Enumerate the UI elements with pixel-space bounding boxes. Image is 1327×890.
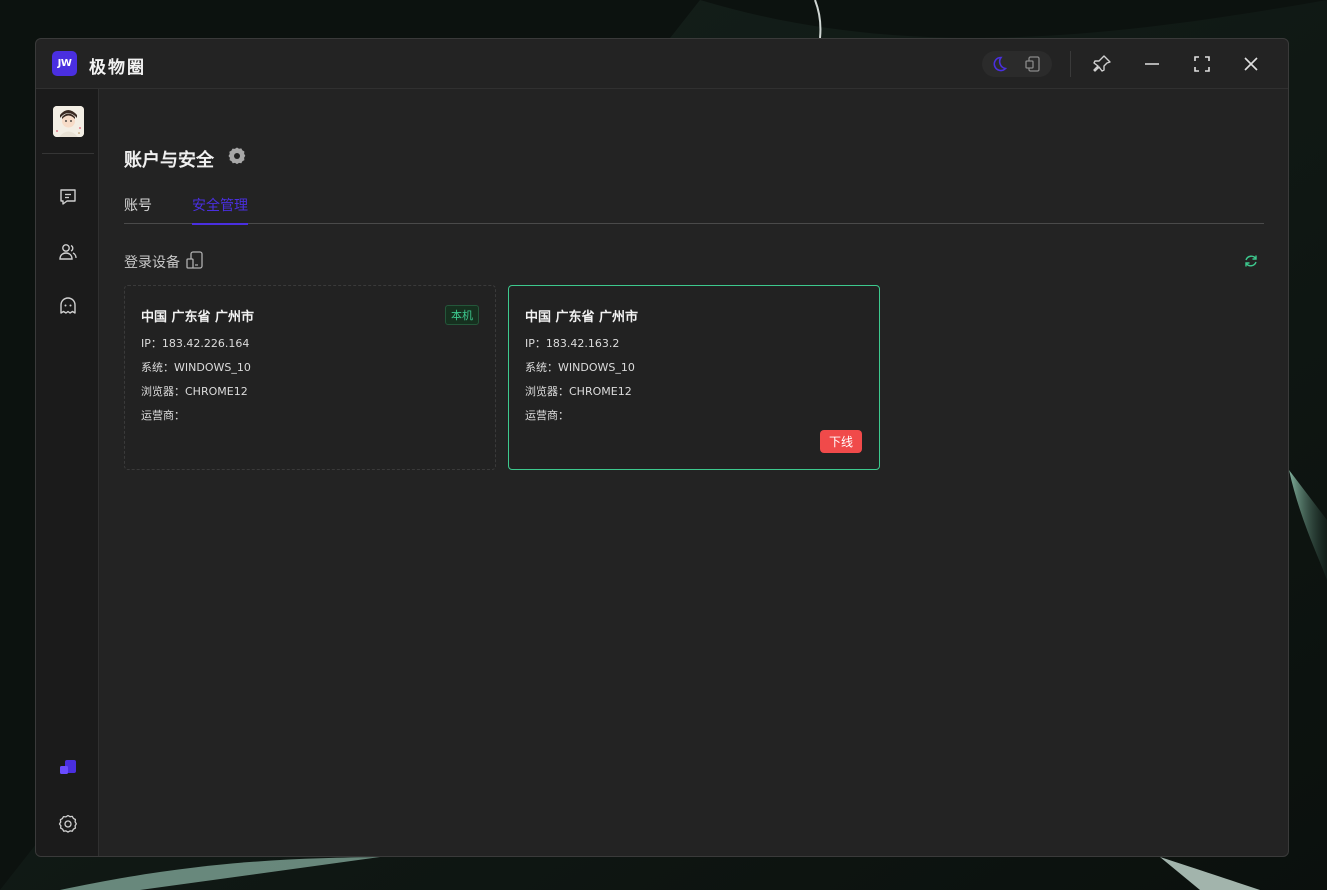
device-browser: 浏览器：CHROME12 <box>141 385 248 398</box>
pin-icon[interactable] <box>1090 52 1114 76</box>
force-offline-button[interactable]: 下线 <box>820 430 862 453</box>
ghost-icon[interactable] <box>56 294 80 318</box>
layers-icon[interactable] <box>56 756 80 780</box>
sidebar <box>36 89 99 856</box>
avatar[interactable] <box>53 106 84 137</box>
device-ip: IP：183.42.226.164 <box>141 337 250 350</box>
tab-account[interactable]: 账号 <box>124 195 152 223</box>
close-icon[interactable] <box>1239 52 1263 76</box>
device-location: 中国 广东省 广州市 <box>525 310 639 325</box>
device-carrier: 运营商： <box>525 409 569 422</box>
moon-icon[interactable] <box>990 55 1008 73</box>
settings-icon[interactable] <box>56 812 80 836</box>
device-switch-icon[interactable] <box>1024 55 1042 73</box>
app-window: JW 极物圈 账户与安全 账号 安全管理 登录设备 中国 广东省 广州市 本机 … <box>35 38 1289 857</box>
app-title: 极物圈 <box>89 58 146 78</box>
sidebar-divider <box>42 153 94 154</box>
devices-icon <box>185 250 205 270</box>
device-carrier: 运营商： <box>141 409 185 422</box>
tab-bar: 账号 安全管理 <box>124 195 1264 225</box>
device-system: 系统：WINDOWS_10 <box>141 361 251 374</box>
section-label-login-devices: 登录设备 <box>124 255 180 271</box>
minimize-icon[interactable] <box>1140 52 1164 76</box>
refresh-icon[interactable] <box>1243 253 1259 269</box>
current-device-badge: 本机 <box>445 305 479 325</box>
titlebar-divider <box>1070 51 1071 77</box>
maximize-icon[interactable] <box>1190 52 1214 76</box>
app-logo: JW <box>52 51 77 76</box>
device-browser: 浏览器：CHROME12 <box>525 385 632 398</box>
device-system: 系统：WINDOWS_10 <box>525 361 635 374</box>
page-title: 账户与安全 <box>124 150 214 171</box>
tab-security-management[interactable]: 安全管理 <box>192 195 248 225</box>
device-card-other: 中国 广东省 广州市 IP：183.42.163.2 系统：WINDOWS_10… <box>508 285 880 470</box>
device-ip: IP：183.42.163.2 <box>525 337 620 350</box>
device-location: 中国 广东省 广州市 <box>141 310 255 325</box>
device-card-current: 中国 广东省 广州市 本机 IP：183.42.226.164 系统：WINDO… <box>124 285 496 470</box>
contacts-icon[interactable] <box>56 240 80 264</box>
gear-icon <box>227 146 247 166</box>
theme-toggle[interactable] <box>982 51 1052 77</box>
chat-icon[interactable] <box>56 185 80 209</box>
title-bar[interactable]: JW 极物圈 <box>36 39 1288 89</box>
main-content: 账户与安全 账号 安全管理 登录设备 中国 广东省 广州市 本机 IP：183.… <box>100 89 1288 856</box>
